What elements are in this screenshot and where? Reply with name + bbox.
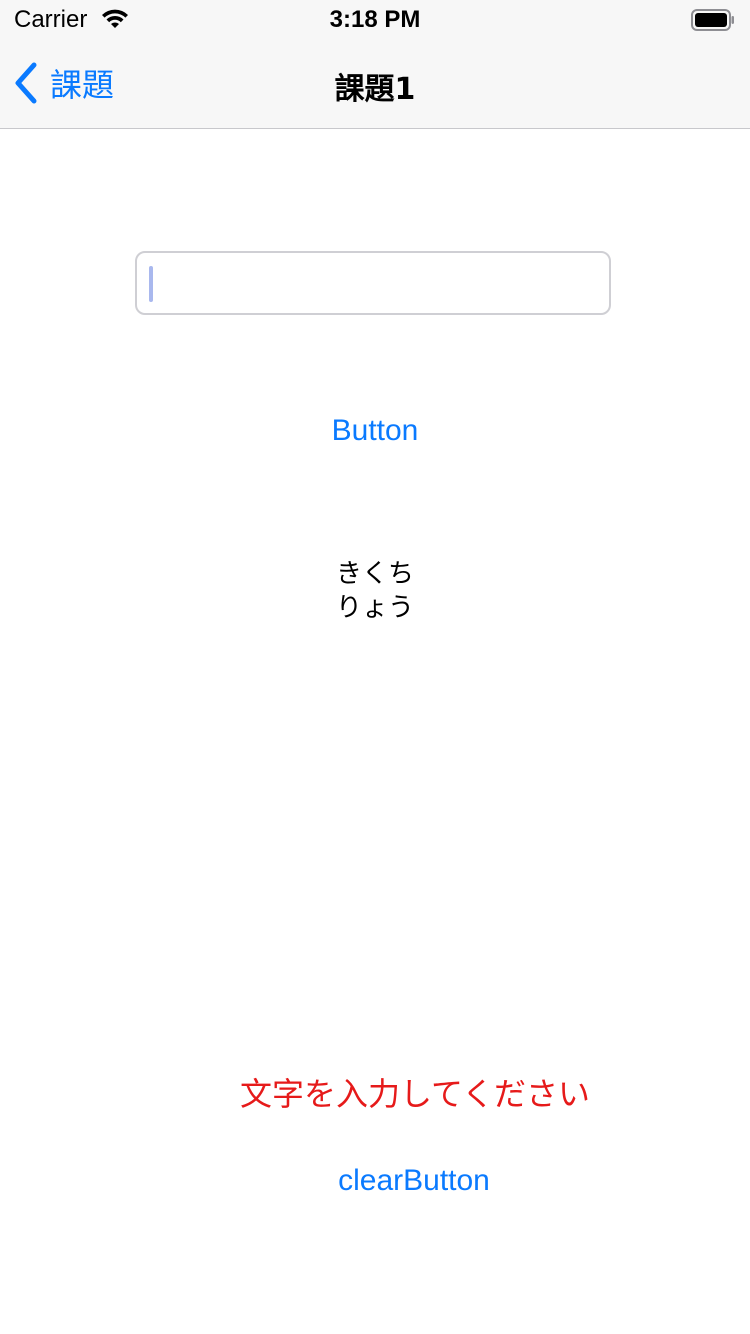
status-time: 3:18 PM xyxy=(329,6,421,33)
name-label-line1: きくち xyxy=(335,559,414,589)
battery-icon xyxy=(691,9,734,31)
page-title: 課題1 xyxy=(334,72,416,107)
text-caret xyxy=(149,266,153,302)
main-button[interactable]: Button xyxy=(275,406,475,456)
name-label-line2: りょう xyxy=(335,593,414,623)
navigation-bar: 課題 課題1 xyxy=(0,40,750,129)
clear-button[interactable]: clearButton xyxy=(275,1156,553,1206)
status-bar: Carrier 3:18 PM xyxy=(0,0,750,40)
error-message-label: 文字を入力してください xyxy=(239,1075,591,1113)
name-label: きくち りょう xyxy=(325,557,425,625)
text-input-field[interactable] xyxy=(135,251,611,315)
